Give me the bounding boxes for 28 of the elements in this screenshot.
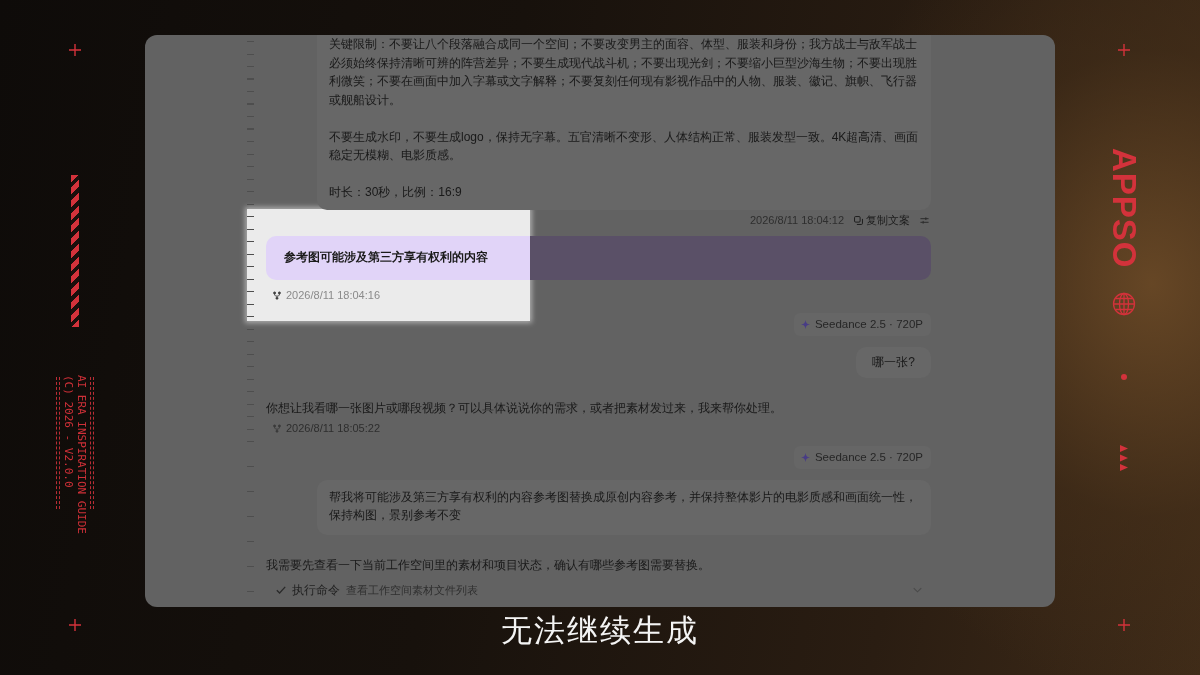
message-paragraph: 关键限制：不要让八个段落融合成同一个空间；不要改变男主的面容、体型、服装和身份；我方战士与敌军战士必须始终保持清晰可辨的阵营差异；不要生成现代战斗机；不要出现光剑；不要缩小巨型沙海生物；不要出现胜利微笑；不要在画面中加入字幕或文字解释；不要复刻任何现有影视作品中的人物、服装、徽记、旗帜、飞行器或舰船设计。 bbox=[329, 36, 918, 109]
branch-icon[interactable] bbox=[273, 291, 281, 300]
sliders-icon[interactable] bbox=[920, 216, 929, 225]
chevron-icon[interactable] bbox=[913, 587, 922, 593]
sparkle-icon bbox=[800, 319, 810, 329]
dot-icon bbox=[1121, 373, 1127, 380]
plus-mark-icon bbox=[69, 619, 81, 631]
message-paragraph: 不要生成水印，不要生成logo，保持无字幕。五官清晰不变形、人体结构正常、服装发型一致。4K超高清、画面稳定无模糊、电影质感。 bbox=[329, 128, 919, 164]
plus-mark-icon bbox=[1118, 44, 1130, 56]
sparkle-icon bbox=[800, 452, 810, 462]
guide-caption: AI ERA INSPIRATION GUIDE bbox=[75, 375, 88, 534]
triangle-marks-icon bbox=[1120, 444, 1128, 471]
message-paragraph: 帮我将可能涉及第三方享有权利的内容参考图替换成原创内容参考，并保持整体影片的电影质感和画面统一性，保持构图，景别参考不变 bbox=[329, 488, 918, 524]
message-paragraph: 哪一张? bbox=[872, 354, 915, 371]
tool-step-label: 执行命令 bbox=[292, 581, 340, 599]
globe-icon bbox=[1112, 291, 1136, 316]
model-name: Seedance 2.5 · 720P bbox=[814, 316, 923, 332]
brand-logo: APPSO bbox=[1110, 148, 1138, 269]
model-name: Seedance 2.5 · 720P bbox=[814, 449, 923, 465]
guide-caption: (C) 2026 - V2.0.0 bbox=[62, 375, 75, 490]
copy-text-button[interactable]: 复制文案 bbox=[854, 211, 910, 230]
notice-message: 参考图可能涉及第三方享有权利的内容 bbox=[266, 235, 931, 280]
video-subtitle: 无法继续生成 bbox=[501, 613, 699, 649]
plus-mark-icon bbox=[69, 44, 81, 56]
message-timestamp: 2026/8/11 18:04:16 bbox=[286, 288, 380, 304]
copy-icon bbox=[854, 216, 863, 225]
plus-mark-icon bbox=[1118, 619, 1130, 631]
message-paragraph: 时长：30秒，比例：16:9 bbox=[329, 184, 463, 201]
